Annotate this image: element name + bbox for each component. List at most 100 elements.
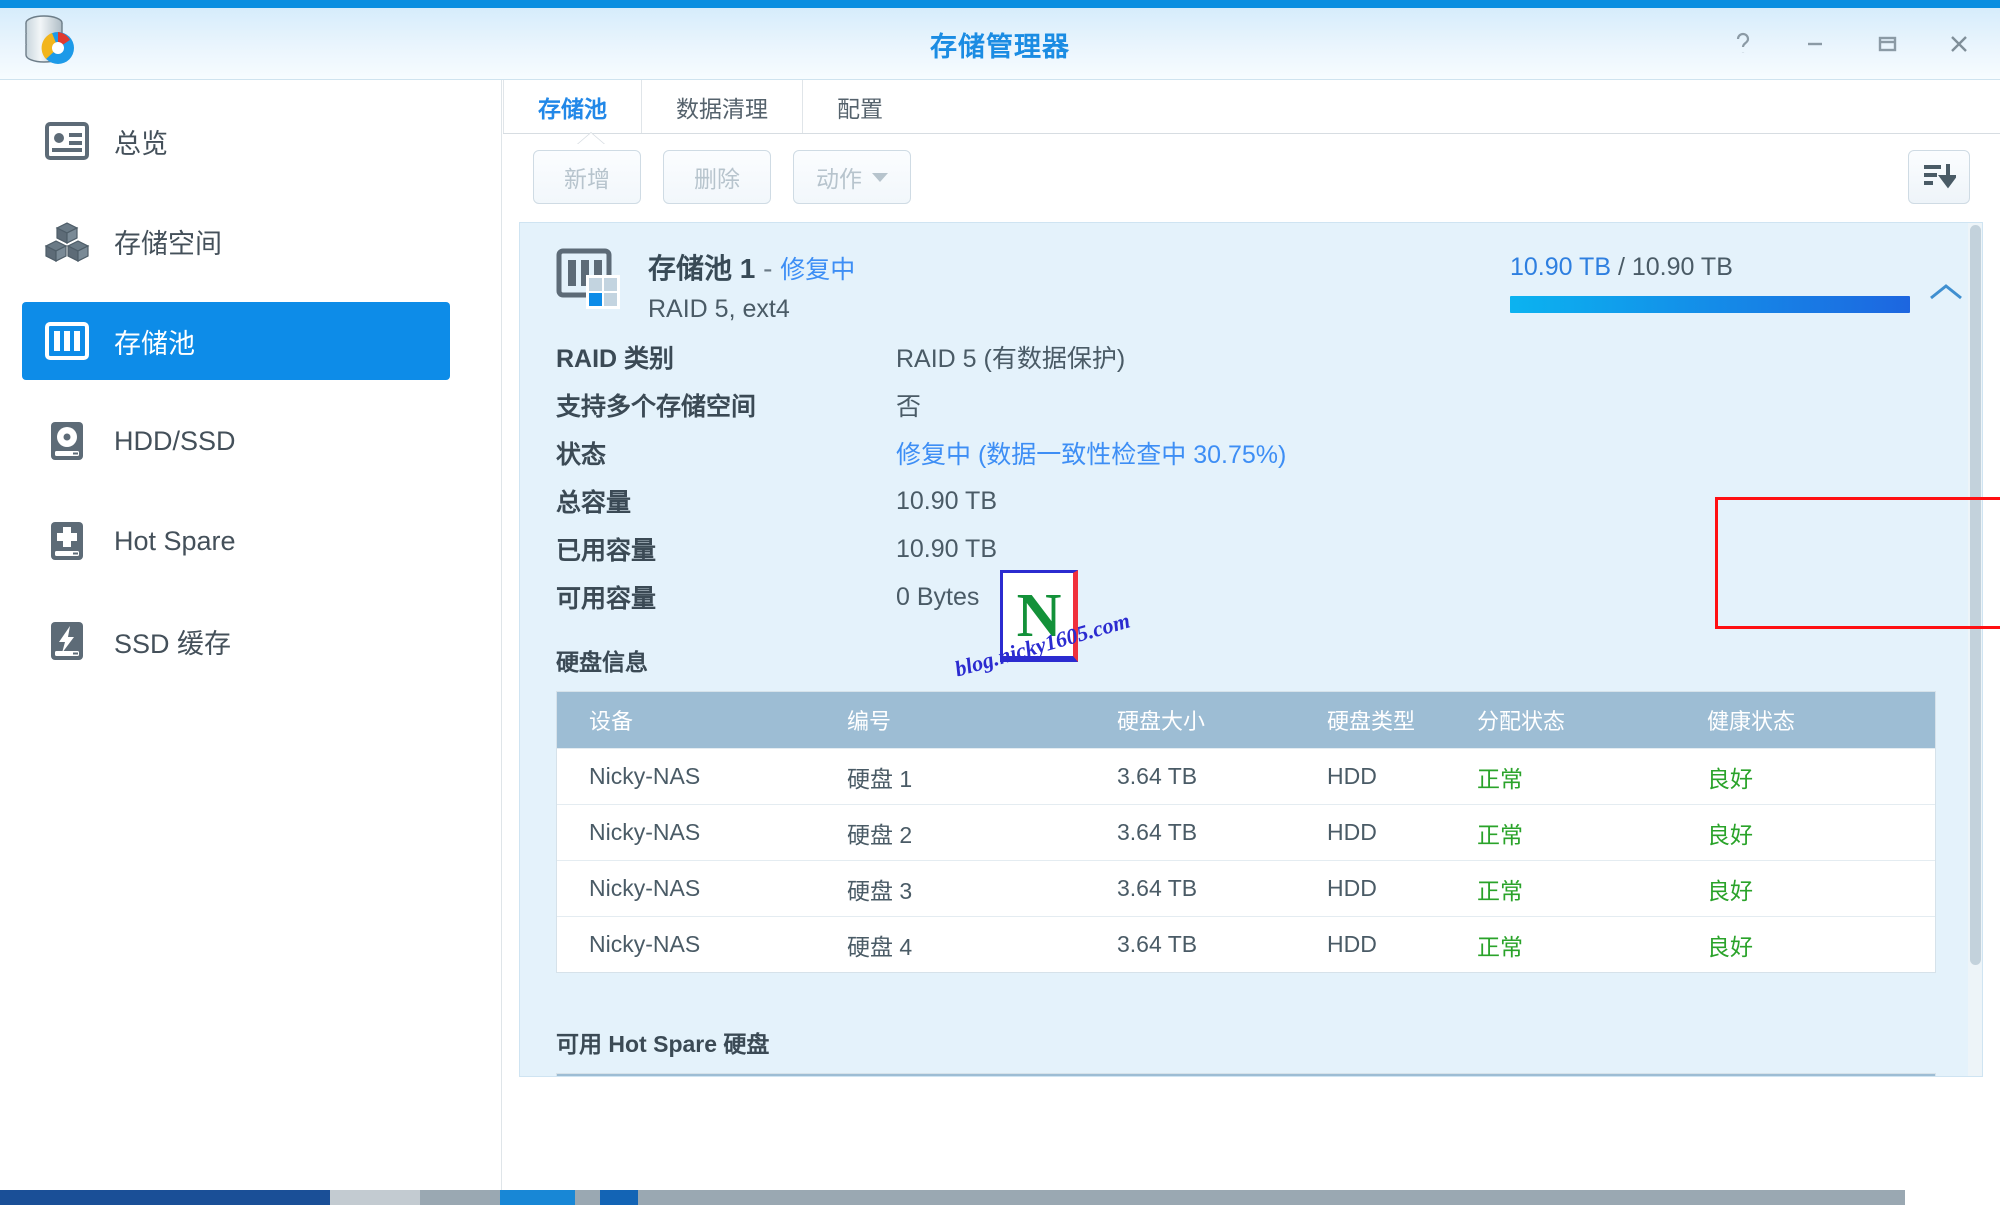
cell-health: 良好 [1707, 933, 1753, 960]
cell-number: 硬盘 2 [847, 821, 913, 848]
storage-manager-window: 存储管理器 总览 存储空间 存储池 HDD/SSD Hot Spare SSD … [0, 0, 2000, 1205]
detail-value: 否 [896, 393, 922, 421]
delete-button[interactable]: 删除 [663, 150, 771, 204]
column-header-allocation: 分配状态 [1477, 709, 1566, 734]
detail-row: 可用容量 0 Bytes [556, 573, 1982, 621]
cell-type: HDD [1327, 819, 1377, 845]
column-header-health: 健康状态 [1707, 709, 1796, 734]
close-button[interactable] [1940, 25, 1978, 63]
sidebar-item-hot-spare[interactable]: Hot Spare [22, 502, 501, 580]
detail-row: RAID 类别 RAID 5 (有数据保护) [556, 333, 1982, 381]
pool-header: 存储池 1 - 修复中 RAID 5, ext4 10.90 TB / 10.9… [520, 223, 1982, 323]
taskbar-segment [0, 1190, 330, 1205]
cell-type: HDD [1327, 931, 1377, 957]
sidebar-item-volume[interactable]: 存储空间 [22, 202, 501, 280]
detail-value: 10.90 TB [896, 534, 998, 563]
storage-pool-panel: 存储池 1 - 修复中 RAID 5, ext4 10.90 TB / 10.9… [519, 222, 1983, 1077]
sort-button[interactable] [1908, 150, 1970, 204]
hot-spare-icon [44, 519, 90, 563]
taskbar-segment [600, 1190, 638, 1205]
cell-type: HDD [1327, 875, 1377, 901]
detail-label: RAID 类别 [556, 345, 675, 373]
overview-icon [44, 119, 90, 163]
detail-label: 状态 [556, 441, 607, 469]
disk-info-title: 硬盘信息 [556, 649, 648, 675]
minimize-button[interactable] [1796, 25, 1834, 63]
table-header-row: 设备 编号 硬盘大小 硬盘类型 分配状态 健康状态 [557, 1074, 1935, 1076]
ssd-cache-icon [44, 619, 90, 663]
column-header-type: 硬盘类型 [1327, 709, 1416, 734]
sidebar-item-label: 存储空间 [114, 228, 222, 259]
sidebar-item-hdd-ssd[interactable]: HDD/SSD [22, 402, 501, 480]
cell-size: 3.64 TB [1117, 763, 1198, 789]
sidebar: 总览 存储空间 存储池 HDD/SSD Hot Spare SSD 缓存 [0, 80, 502, 1190]
sort-descending-icon [1922, 160, 1958, 195]
tab-label: 数据清理 [676, 95, 768, 122]
detail-label: 支持多个存储空间 [556, 393, 757, 421]
maximize-button[interactable] [1868, 25, 1906, 63]
detail-row: 状态 修复中 (数据一致性检查中 30.75%) [556, 429, 1982, 477]
cell-number: 硬盘 3 [847, 877, 913, 904]
panel-scrollbar-track[interactable] [1968, 223, 1982, 1076]
column-header-size: 硬盘大小 [1117, 709, 1206, 734]
action-dropdown-button[interactable]: 动作 [793, 150, 911, 204]
toolbar: 新增 删除 动作 [503, 135, 2000, 219]
cell-size: 3.64 TB [1117, 875, 1198, 901]
action-button-label: 动作 [816, 166, 862, 192]
cell-health: 良好 [1707, 821, 1753, 848]
detail-value: 0 Bytes [896, 582, 980, 611]
cell-allocation: 正常 [1477, 765, 1523, 792]
storage-pool-icon [556, 247, 622, 309]
table-row[interactable]: Nicky-NAS 硬盘 2 3.64 TB HDD 正常 良好 [557, 804, 1935, 860]
column-header-number: 编号 [847, 709, 892, 734]
tab-storage-pool[interactable]: 存储池 [503, 80, 641, 133]
cell-health: 良好 [1707, 765, 1753, 792]
cell-device: Nicky-NAS [589, 763, 701, 789]
sidebar-item-label: Hot Spare [114, 525, 236, 556]
window-controls [1724, 8, 1978, 80]
volume-cubes-icon [44, 219, 90, 263]
delete-button-label: 删除 [694, 166, 740, 192]
table-row[interactable]: Nicky-NAS 硬盘 1 3.64 TB HDD 正常 良好 [557, 748, 1935, 804]
tab-label: 存储池 [538, 95, 607, 122]
capacity-separator: / [1617, 253, 1625, 281]
create-button-label: 新增 [564, 166, 610, 192]
tab-label: 配置 [837, 95, 883, 122]
cell-type: HDD [1327, 763, 1377, 789]
detail-label: 可用容量 [556, 585, 657, 613]
cell-allocation: 正常 [1477, 821, 1523, 848]
detail-value: 修复中 (数据一致性检查中 30.75%) [896, 441, 1287, 469]
cell-device: Nicky-NAS [589, 819, 701, 845]
hot-spare-table: 设备 编号 硬盘大小 硬盘类型 分配状态 健康状态 无可用备用硬盘。 [556, 1073, 1936, 1076]
pool-status-label: 修复中 [780, 256, 856, 284]
table-row[interactable]: Nicky-NAS 硬盘 4 3.64 TB HDD 正常 良好 [557, 916, 1935, 972]
tab-data-scrubbing[interactable]: 数据清理 [641, 80, 802, 133]
pool-name-text: 存储池 1 [648, 253, 756, 284]
sidebar-item-ssd-cache[interactable]: SSD 缓存 [22, 602, 501, 680]
tab-bar: 存储池 数据清理 配置 [503, 80, 2000, 145]
help-button[interactable] [1724, 25, 1762, 63]
cell-number: 硬盘 4 [847, 933, 913, 960]
capacity-total: 10.90 TB [1631, 253, 1733, 281]
capacity-text: 10.90 TB / 10.90 TB [1510, 253, 1910, 282]
chevron-up-icon[interactable] [1928, 281, 1964, 308]
create-button[interactable]: 新增 [533, 150, 641, 204]
table-header-row: 设备 编号 硬盘大小 硬盘类型 分配状态 健康状态 [557, 692, 1935, 748]
cell-size: 3.64 TB [1117, 819, 1198, 845]
sidebar-item-label: 存储池 [114, 328, 195, 359]
sidebar-item-overview[interactable]: 总览 [22, 102, 501, 180]
detail-row: 总容量 10.90 TB [556, 477, 1982, 525]
window-title: 存储管理器 [930, 31, 1070, 62]
table-row[interactable]: Nicky-NAS 硬盘 3 3.64 TB HDD 正常 良好 [557, 860, 1935, 916]
sidebar-item-storage-pool[interactable]: 存储池 [22, 302, 450, 380]
column-header-device: 设备 [589, 709, 634, 734]
panel-scrollbar-thumb[interactable] [1970, 225, 1981, 965]
taskbar-segment [500, 1190, 575, 1205]
tab-settings[interactable]: 配置 [802, 80, 917, 133]
cell-device: Nicky-NAS [589, 931, 701, 957]
pool-details-list: RAID 类别 RAID 5 (有数据保护) 支持多个存储空间 否 状态 修复中… [556, 333, 1982, 621]
cell-number: 硬盘 1 [847, 765, 913, 792]
cell-allocation: 正常 [1477, 877, 1523, 904]
taskbar-segment [330, 1190, 420, 1205]
pool-title-separator: - [763, 253, 773, 284]
